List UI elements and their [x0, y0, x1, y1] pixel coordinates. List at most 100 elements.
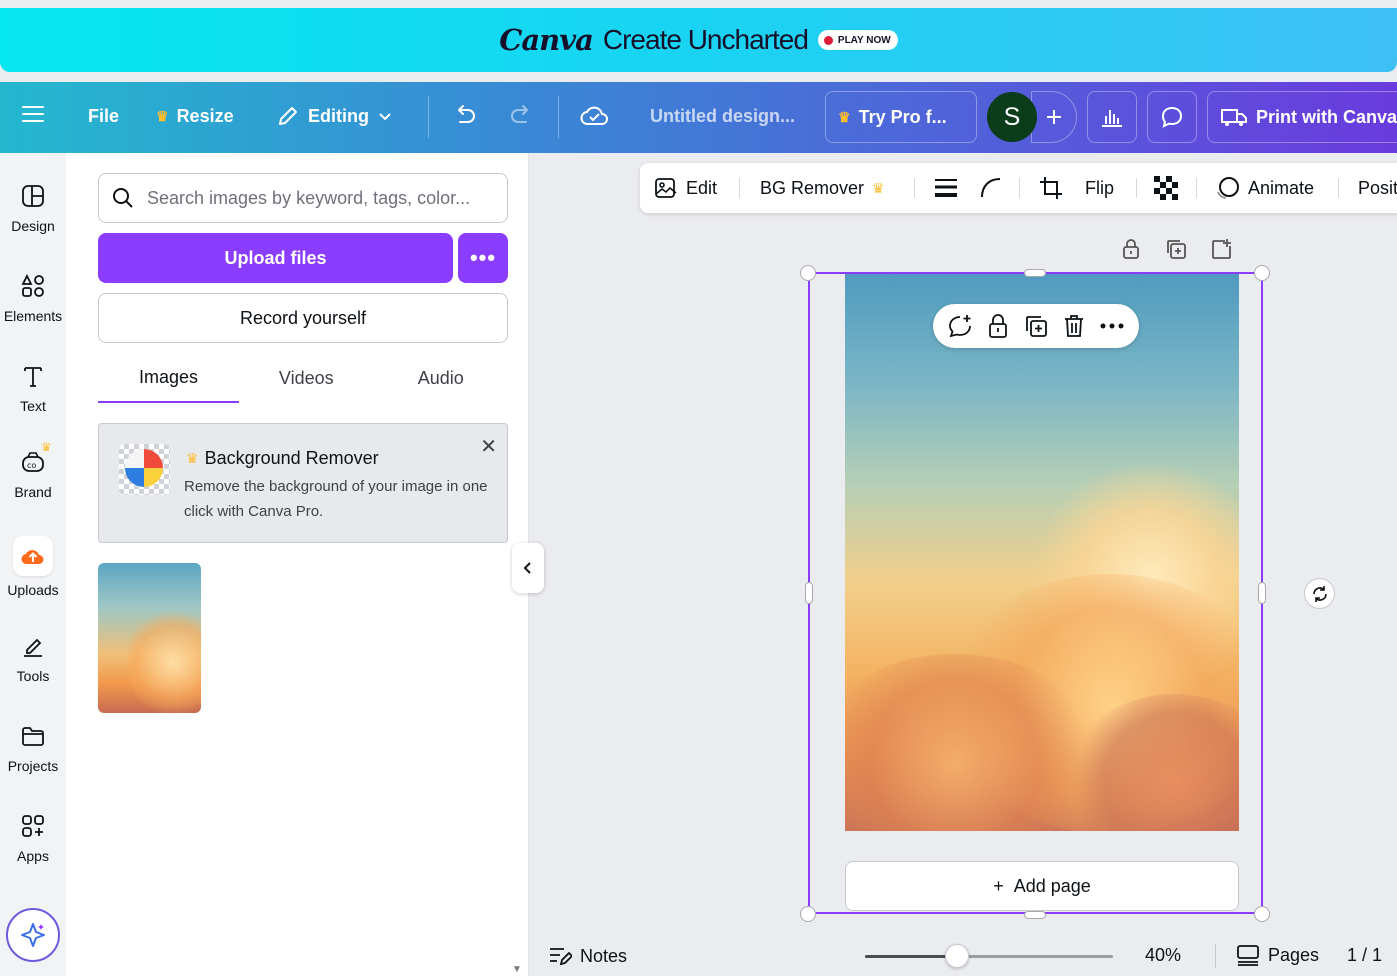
- promo-banner[interactable]: Canva Create Uncharted PLAY NOW: [0, 8, 1397, 72]
- rotate-button[interactable]: [1304, 578, 1335, 609]
- bottom-divider: [1215, 944, 1216, 968]
- crown-icon: ♛: [41, 440, 52, 454]
- apps-grid-icon: [19, 812, 47, 840]
- position-label: Posit: [1358, 177, 1397, 198]
- tab-label: Images: [138, 366, 199, 387]
- undo-button[interactable]: [451, 104, 477, 128]
- notes-button[interactable]: Notes: [548, 945, 627, 967]
- resize-handle-bottom[interactable]: [1024, 911, 1046, 919]
- rail-item-apps[interactable]: Apps: [0, 812, 66, 864]
- beach-ball-thumbnail: [119, 444, 170, 495]
- comments-button[interactable]: [1147, 91, 1197, 143]
- toolbar-divider: [428, 96, 429, 138]
- collapse-panel-button[interactable]: [512, 543, 544, 593]
- lock-page-button[interactable]: [1119, 237, 1143, 261]
- close-icon[interactable]: ✕: [480, 434, 497, 459]
- resize-handle-top-right[interactable]: [1254, 265, 1270, 281]
- resize-button[interactable]: ♛ Resize: [156, 106, 234, 127]
- resize-handle-left[interactable]: [805, 582, 813, 604]
- design-title[interactable]: Untitled design...: [650, 106, 795, 127]
- page-counter[interactable]: 1 / 1: [1347, 945, 1382, 966]
- rail-item-elements[interactable]: Elements: [0, 272, 66, 324]
- search-placeholder: Search images by keyword, tags, color...: [147, 187, 471, 208]
- uploaded-image-thumbnail[interactable]: [98, 563, 201, 713]
- upload-files-button[interactable]: Upload files: [98, 233, 453, 283]
- record-label: Record yourself: [239, 307, 367, 328]
- insights-button[interactable]: [1087, 91, 1137, 143]
- magic-assistant-button[interactable]: [6, 908, 60, 962]
- add-page-button[interactable]: + Add page: [845, 861, 1239, 911]
- rail-item-brand[interactable]: co ♛ Brand: [0, 440, 66, 500]
- toolbar-divider: [558, 96, 559, 138]
- rail-item-text[interactable]: Text: [0, 362, 66, 414]
- add-page-button-top[interactable]: [1209, 237, 1233, 261]
- redo-button[interactable]: [509, 104, 535, 128]
- more-dots-icon: •••: [469, 245, 497, 270]
- play-now-badge[interactable]: PLAY NOW: [817, 30, 898, 50]
- duplicate-element-button[interactable]: [1021, 311, 1051, 341]
- zoom-level[interactable]: 40%: [1145, 945, 1181, 966]
- pages-button[interactable]: Pages: [1236, 944, 1319, 966]
- crop-button[interactable]: [1039, 163, 1063, 213]
- print-with-canva-button[interactable]: Print with Canva: [1207, 91, 1397, 143]
- rail-item-design[interactable]: Design: [0, 182, 66, 234]
- lock-icon: [1123, 239, 1139, 259]
- lock-element-button[interactable]: [983, 311, 1013, 341]
- zoom-slider-track[interactable]: [865, 955, 1113, 958]
- tab-videos[interactable]: Videos: [239, 353, 374, 403]
- edit-image-button[interactable]: Edit: [654, 163, 717, 213]
- corner-rounding-button[interactable]: [980, 163, 1002, 213]
- element-floating-toolbar: [933, 304, 1139, 348]
- bg-remover-button[interactable]: BG Remover ♛: [760, 163, 885, 213]
- notes-icon: [550, 948, 572, 966]
- notes-label: Notes: [580, 945, 628, 966]
- bg-remover-label: BG Remover: [760, 177, 865, 198]
- rail-label: Apps: [17, 848, 49, 864]
- delete-element-button[interactable]: [1059, 311, 1089, 341]
- comment-icon: [1161, 106, 1183, 128]
- cloud-sync-status[interactable]: [580, 104, 610, 128]
- border-style-button[interactable]: [934, 163, 958, 213]
- scroll-down-arrow-icon[interactable]: ▼: [512, 964, 522, 975]
- layout-icon: [19, 182, 47, 210]
- media-tabs: Images Videos Audio: [98, 353, 508, 403]
- rail-label: Elements: [3, 308, 63, 324]
- user-avatar[interactable]: S: [987, 92, 1037, 142]
- rail-label: Design: [11, 218, 55, 234]
- record-yourself-button[interactable]: Record yourself: [98, 293, 508, 343]
- corner-radius-icon: [981, 178, 1001, 198]
- more-options-button[interactable]: [1097, 311, 1127, 341]
- resize-handle-bottom-right[interactable]: [1254, 906, 1270, 922]
- editing-mode-dropdown[interactable]: Editing: [276, 104, 393, 128]
- animate-button[interactable]: Animate: [1214, 163, 1314, 213]
- menu-hamburger-button[interactable]: [22, 105, 44, 123]
- flip-button[interactable]: Flip: [1085, 163, 1114, 213]
- file-menu-button[interactable]: File: [88, 106, 119, 127]
- try-pro-button[interactable]: ♛ Try Pro f...: [825, 91, 977, 143]
- search-input[interactable]: Search images by keyword, tags, color...: [98, 173, 508, 223]
- upload-label: Upload files: [224, 247, 327, 268]
- page-selection-outline: [808, 272, 1263, 914]
- tab-audio[interactable]: Audio: [374, 353, 509, 403]
- resize-handle-right[interactable]: [1258, 582, 1266, 604]
- print-label: Print with Canva: [1256, 106, 1397, 127]
- resize-handle-top[interactable]: [1024, 269, 1046, 277]
- rail-item-tools[interactable]: Tools: [0, 632, 66, 684]
- image-edit-icon: [655, 178, 677, 198]
- transparency-button[interactable]: [1154, 163, 1178, 213]
- chevron-left-icon: [523, 562, 531, 574]
- pages-label: Pages: [1268, 944, 1320, 965]
- background-remover-promo[interactable]: ♛ Background Remover Remove the backgrou…: [98, 423, 508, 543]
- lock-icon: [989, 314, 1007, 338]
- duplicate-page-button[interactable]: [1164, 237, 1188, 261]
- zoom-slider-knob[interactable]: [944, 944, 969, 968]
- resize-handle-bottom-left[interactable]: [800, 906, 816, 922]
- rail-item-uploads[interactable]: Uploads: [0, 536, 66, 598]
- upload-more-options-button[interactable]: •••: [458, 233, 508, 283]
- position-button[interactable]: Posit: [1358, 163, 1397, 213]
- rail-item-projects[interactable]: Projects: [0, 722, 66, 774]
- beach-ball-icon: [125, 449, 163, 487]
- tab-images[interactable]: Images: [98, 353, 239, 403]
- add-comment-button[interactable]: [945, 311, 975, 341]
- resize-handle-top-left[interactable]: [800, 265, 816, 281]
